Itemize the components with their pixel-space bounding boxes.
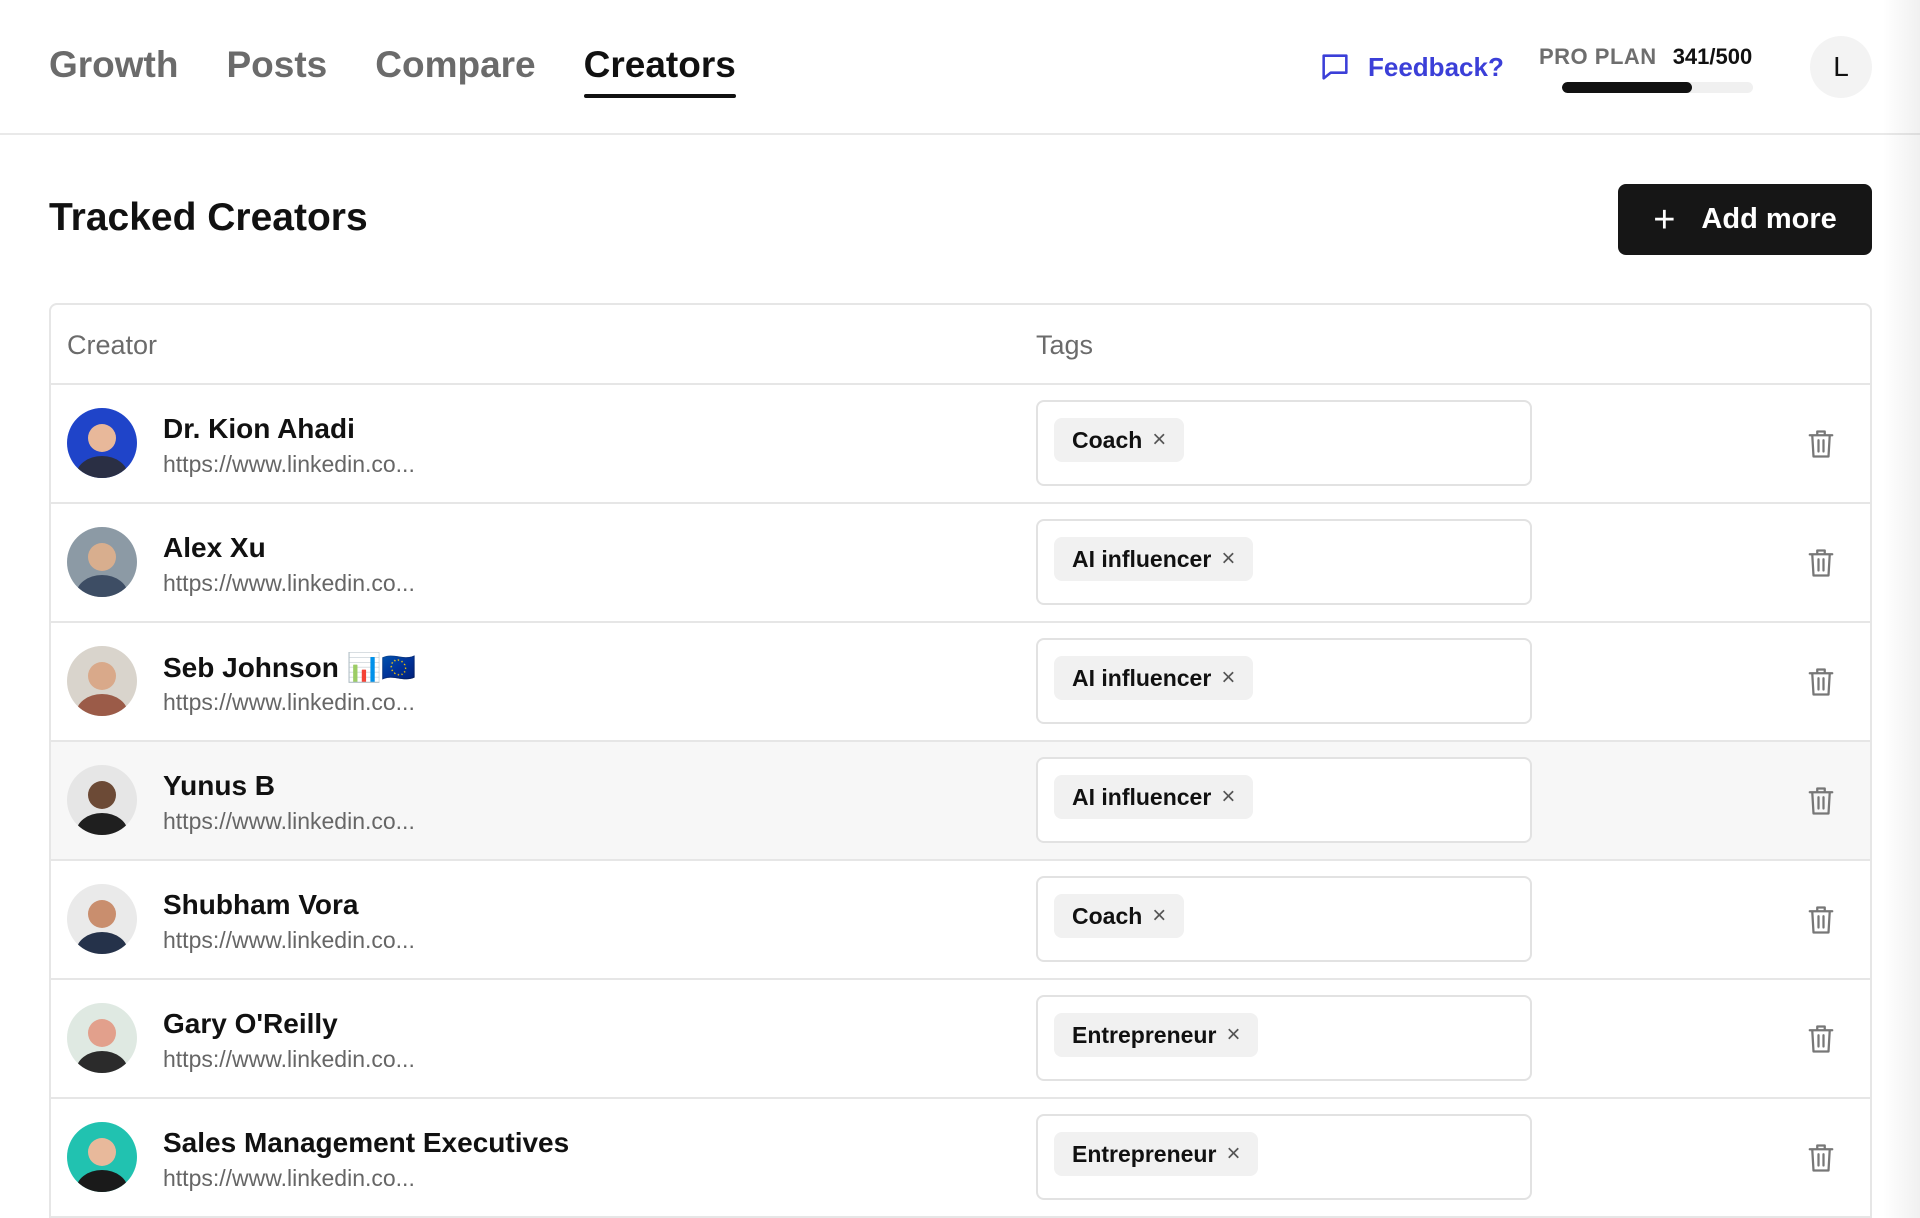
tags-input[interactable]: AI influencer ×	[1036, 638, 1532, 724]
tag-chip: AI influencer ×	[1054, 775, 1254, 819]
tag-chip: AI influencer ×	[1054, 656, 1254, 700]
trash-icon[interactable]	[1806, 427, 1836, 461]
creator-avatar	[67, 884, 137, 954]
creator-url[interactable]: https://www.linkedin.co...	[163, 451, 415, 478]
table-row[interactable]: Sales Management Executives https://www.…	[51, 1099, 1870, 1218]
table-header: Creator Tags	[51, 305, 1870, 385]
trash-icon[interactable]	[1806, 784, 1836, 818]
tags-input[interactable]: AI influencer ×	[1036, 757, 1532, 843]
tags-input[interactable]: Coach ×	[1036, 876, 1532, 962]
table-row[interactable]: Seb Johnson 📊🇪🇺 https://www.linkedin.co.…	[51, 623, 1870, 742]
tag-label: Coach	[1072, 902, 1143, 929]
column-header-creator: Creator	[67, 330, 158, 360]
table-body: Dr. Kion Ahadi https://www.linkedin.co..…	[51, 385, 1870, 1218]
plan-usage: PRO PLAN 341/500	[1539, 44, 1755, 93]
creator-avatar	[67, 765, 137, 835]
remove-tag-icon[interactable]: ×	[1226, 1140, 1240, 1168]
tag-chip: Entrepreneur ×	[1054, 1132, 1259, 1176]
creator-url[interactable]: https://www.linkedin.co...	[163, 808, 415, 835]
table-row[interactable]: Dr. Kion Ahadi https://www.linkedin.co..…	[51, 385, 1870, 504]
tags-input[interactable]: AI influencer ×	[1036, 519, 1532, 605]
remove-tag-icon[interactable]: ×	[1152, 902, 1166, 930]
creator-name[interactable]: Shubham Vora	[163, 889, 359, 921]
tab-growth[interactable]: Growth	[49, 44, 178, 98]
tab-posts[interactable]: Posts	[226, 44, 327, 98]
table-row[interactable]: Gary O'Reilly https://www.linkedin.co...…	[51, 980, 1870, 1099]
creator-url[interactable]: https://www.linkedin.co...	[163, 1046, 415, 1073]
tab-compare[interactable]: Compare	[375, 44, 535, 98]
plan-label: PRO PLAN	[1539, 44, 1657, 69]
creator-avatar	[67, 527, 137, 597]
creator-name[interactable]: Gary O'Reilly	[163, 1008, 338, 1040]
creators-table: Creator Tags Dr. Kion Ahadi https://www.…	[49, 303, 1872, 1218]
creator-url[interactable]: https://www.linkedin.co...	[163, 689, 415, 716]
tags-input[interactable]: Entrepreneur ×	[1036, 1114, 1532, 1200]
add-more-button[interactable]: + Add more	[1618, 184, 1872, 255]
tag-label: AI influencer	[1072, 545, 1212, 572]
table-row[interactable]: Alex Xu https://www.linkedin.co... AI in…	[51, 504, 1870, 623]
scroll-edge-shadow	[1882, 0, 1920, 1218]
remove-tag-icon[interactable]: ×	[1226, 1021, 1240, 1049]
creator-url[interactable]: https://www.linkedin.co...	[163, 570, 415, 597]
plus-icon: +	[1653, 198, 1676, 241]
add-more-label: Add more	[1701, 203, 1837, 235]
remove-tag-icon[interactable]: ×	[1221, 545, 1235, 573]
creator-name[interactable]: Yunus B	[163, 770, 275, 802]
tab-creators[interactable]: Creators	[583, 44, 737, 98]
creator-name[interactable]: Sales Management Executives	[163, 1127, 569, 1159]
table-row[interactable]: Shubham Vora https://www.linkedin.co... …	[51, 861, 1870, 980]
trash-icon[interactable]	[1806, 546, 1836, 580]
feedback-button[interactable]: Feedback?	[1318, 50, 1504, 84]
trash-icon[interactable]	[1806, 1141, 1836, 1175]
remove-tag-icon[interactable]: ×	[1152, 426, 1166, 454]
page-title: Tracked Creators	[49, 196, 368, 239]
plan-count: 341/500	[1672, 44, 1753, 69]
creator-avatar	[67, 408, 137, 478]
creator-avatar	[67, 1003, 137, 1073]
feedback-label: Feedback?	[1368, 51, 1504, 82]
tag-chip: Entrepreneur ×	[1054, 1013, 1259, 1057]
creator-name[interactable]: Dr. Kion Ahadi	[163, 413, 355, 445]
tags-input[interactable]: Entrepreneur ×	[1036, 995, 1532, 1081]
plan-progress-fill	[1562, 82, 1693, 93]
creator-avatar	[67, 646, 137, 716]
trash-icon[interactable]	[1806, 903, 1836, 937]
tags-input[interactable]: Coach ×	[1036, 400, 1532, 486]
top-bar: Growth Posts Compare Creators Feedback? …	[0, 0, 1920, 135]
creator-name[interactable]: Seb Johnson 📊🇪🇺	[163, 651, 416, 684]
tag-label: Entrepreneur	[1072, 1021, 1217, 1048]
main-nav: Growth Posts Compare Creators	[49, 44, 737, 98]
trash-icon[interactable]	[1806, 665, 1836, 699]
tag-label: AI influencer	[1072, 664, 1212, 691]
creator-name[interactable]: Alex Xu	[163, 532, 266, 564]
creator-url[interactable]: https://www.linkedin.co...	[163, 927, 415, 954]
creator-url[interactable]: https://www.linkedin.co...	[163, 1165, 415, 1192]
column-header-tags: Tags	[1036, 330, 1094, 360]
tag-label: Entrepreneur	[1072, 1140, 1217, 1167]
tag-chip: Coach ×	[1054, 894, 1185, 938]
user-avatar[interactable]: L	[1810, 36, 1872, 98]
tag-label: Coach	[1072, 426, 1143, 453]
trash-icon[interactable]	[1806, 1022, 1836, 1056]
tag-chip: Coach ×	[1054, 418, 1185, 462]
chat-bubble-icon	[1322, 54, 1348, 80]
remove-tag-icon[interactable]: ×	[1221, 664, 1235, 692]
creator-avatar	[67, 1122, 137, 1192]
tag-chip: AI influencer ×	[1054, 537, 1254, 581]
tag-label: AI influencer	[1072, 783, 1212, 810]
table-row[interactable]: Yunus B https://www.linkedin.co... AI in…	[51, 742, 1870, 861]
plan-progress-bar	[1562, 82, 1753, 93]
remove-tag-icon[interactable]: ×	[1221, 783, 1235, 811]
